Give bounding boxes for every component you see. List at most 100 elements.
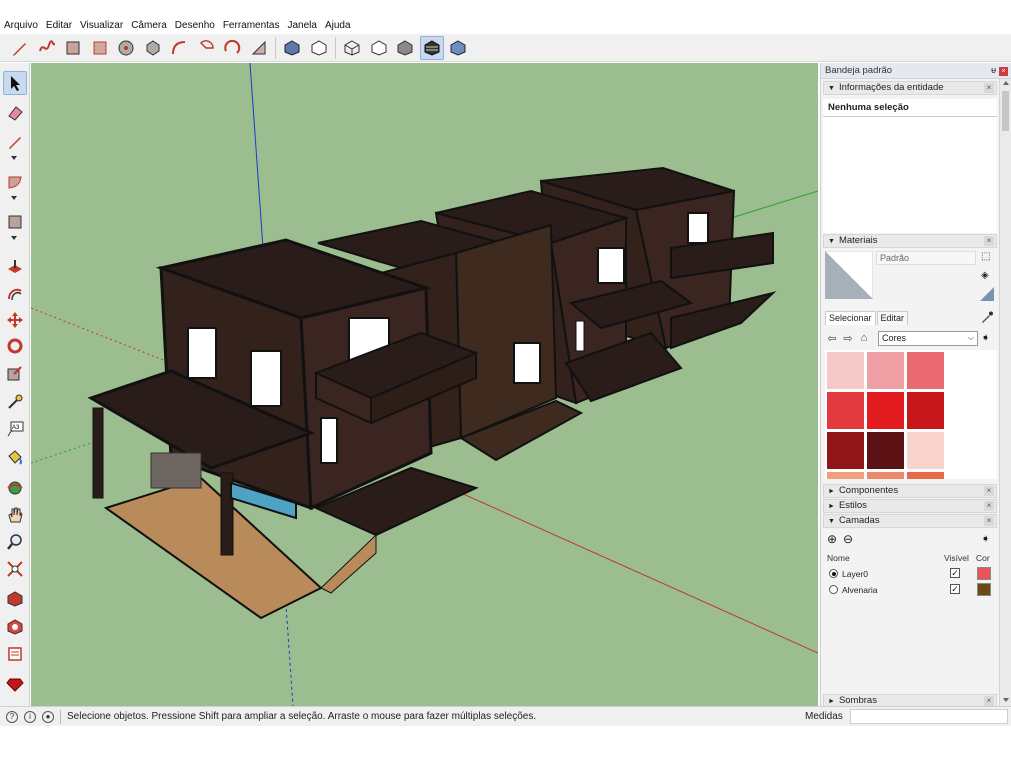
rotated-rectangle-icon[interactable] [88, 36, 112, 60]
material-swatch[interactable] [867, 392, 904, 429]
entity-info-header[interactable]: ▼ Informações da entidade × [823, 81, 997, 95]
remove-layer-icon[interactable]: ⊖ [843, 532, 853, 546]
pencil-icon[interactable] [8, 36, 32, 60]
rectangle-icon[interactable] [3, 210, 27, 234]
wireframe-style-icon[interactable] [367, 36, 391, 60]
close-icon[interactable]: × [999, 67, 1008, 76]
material-name-field[interactable]: Padrão [876, 251, 976, 265]
rotate-icon[interactable] [3, 334, 27, 358]
material-collection-select[interactable]: Cores ⌵ [878, 331, 978, 346]
forward-arrow-icon[interactable]: ⇨ [841, 331, 855, 345]
textured-style-icon[interactable] [419, 35, 444, 60]
menu-visualizar[interactable]: Visualizar [80, 20, 123, 31]
close-icon[interactable]: × [984, 486, 994, 496]
arc-icon[interactable] [167, 36, 191, 60]
material-swatch[interactable] [867, 352, 904, 389]
geo-location-icon[interactable]: ? [6, 710, 18, 723]
layer-row[interactable]: Alvenaria ✓ [823, 582, 997, 598]
arc-icon[interactable] [3, 170, 27, 194]
material-swatch[interactable] [907, 392, 944, 429]
menu-camera[interactable]: Câmera [131, 20, 167, 31]
layer-visible-checkbox[interactable]: ✓ [950, 584, 960, 594]
layer-visible-checkbox[interactable]: ✓ [950, 568, 960, 578]
close-icon[interactable]: × [984, 516, 994, 526]
active-layer-radio[interactable] [829, 569, 838, 578]
material-swatch[interactable] [867, 432, 904, 469]
menu-ferramentas[interactable]: Ferramentas [223, 20, 280, 31]
eraser-icon[interactable] [3, 101, 27, 125]
shaded-style-icon[interactable] [393, 36, 417, 60]
text-icon[interactable]: A3 [3, 417, 27, 441]
menu-desenho[interactable]: Desenho [175, 20, 215, 31]
zoom-icon[interactable] [3, 530, 27, 554]
materials-header[interactable]: ▼ Materiais × [823, 234, 997, 248]
material-swatch[interactable] [827, 352, 864, 389]
active-layer-radio[interactable] [829, 585, 838, 594]
material-swatch[interactable] [867, 472, 904, 479]
arc-flyout-arrow[interactable] [11, 196, 17, 200]
home-icon[interactable]: ⌂ [857, 331, 871, 345]
menu-janela[interactable]: Janela [288, 20, 317, 31]
menu-ajuda[interactable]: Ajuda [325, 20, 351, 31]
two-point-arc-icon[interactable] [247, 36, 271, 60]
material-swatch[interactable] [827, 392, 864, 429]
details-arrow-icon[interactable]: ➧ [981, 331, 990, 344]
line-flyout-arrow[interactable] [11, 156, 17, 160]
polygon-icon[interactable] [141, 36, 165, 60]
material-swatch[interactable] [827, 472, 864, 479]
menu-arquivo[interactable]: Arquivo [4, 20, 38, 31]
xray-style-icon[interactable] [340, 36, 364, 60]
layer-color-swatch[interactable] [977, 583, 991, 596]
rectangle-icon[interactable] [61, 36, 85, 60]
layers-header[interactable]: ▼ Camadas × [823, 514, 997, 528]
close-icon[interactable]: × [984, 696, 994, 706]
three-point-arc-icon[interactable] [220, 36, 244, 60]
create-material-icon[interactable]: ◈ [981, 270, 993, 282]
back-arrow-icon[interactable]: ⇦ [825, 331, 839, 345]
monochrome-style-icon[interactable] [446, 36, 470, 60]
default-material-icon[interactable] [980, 287, 994, 301]
paint-bucket-icon[interactable] [3, 445, 27, 469]
user-icon[interactable]: ● [42, 710, 54, 723]
ruby-icon[interactable] [3, 672, 27, 696]
shapes-flyout-arrow[interactable] [11, 236, 17, 240]
layer-details-arrow-icon[interactable]: ➧ [981, 532, 990, 545]
eyedropper-icon[interactable] [981, 311, 993, 323]
line-icon[interactable] [3, 130, 27, 154]
top-view-icon[interactable] [307, 36, 331, 60]
tray-scrollbar[interactable] [999, 79, 1011, 706]
select-icon[interactable] [3, 71, 27, 95]
extension-warehouse-icon[interactable] [3, 614, 27, 638]
add-layer-icon[interactable]: ⊕ [827, 532, 837, 546]
push-pull-icon[interactable] [3, 255, 27, 279]
orbit-icon[interactable] [3, 476, 27, 500]
circle-icon[interactable] [114, 36, 138, 60]
styles-header[interactable]: ► Estilos × [823, 499, 997, 513]
material-swatch[interactable] [907, 432, 944, 469]
scroll-thumb[interactable] [1002, 91, 1009, 131]
material-swatch[interactable] [907, 352, 944, 389]
close-icon[interactable]: × [984, 83, 994, 93]
pan-icon[interactable] [3, 503, 27, 527]
close-icon[interactable]: × [984, 236, 994, 246]
info-icon[interactable]: i [24, 710, 36, 723]
scale-icon[interactable] [3, 361, 27, 385]
freehand-icon[interactable] [35, 36, 59, 60]
material-swatch[interactable] [907, 472, 944, 479]
tape-measure-icon[interactable] [3, 390, 27, 414]
send-to-layout-icon[interactable] [3, 642, 27, 666]
tab-edit[interactable]: Editar [876, 311, 909, 325]
material-swatch[interactable] [827, 432, 864, 469]
scroll-down-icon[interactable] [1003, 698, 1009, 702]
layer-row[interactable]: Layer0 ✓ [823, 566, 997, 582]
close-icon[interactable]: × [984, 501, 994, 511]
offset-icon[interactable] [3, 282, 27, 306]
model-viewport[interactable] [31, 63, 818, 706]
components-header[interactable]: ► Componentes × [823, 484, 997, 498]
measures-input[interactable] [850, 709, 1008, 724]
move-icon[interactable] [3, 308, 27, 332]
scroll-up-icon[interactable] [1003, 81, 1009, 85]
warehouse-icon[interactable] [3, 586, 27, 610]
layer-color-swatch[interactable] [977, 567, 991, 580]
zoom-extents-icon[interactable] [3, 557, 27, 581]
